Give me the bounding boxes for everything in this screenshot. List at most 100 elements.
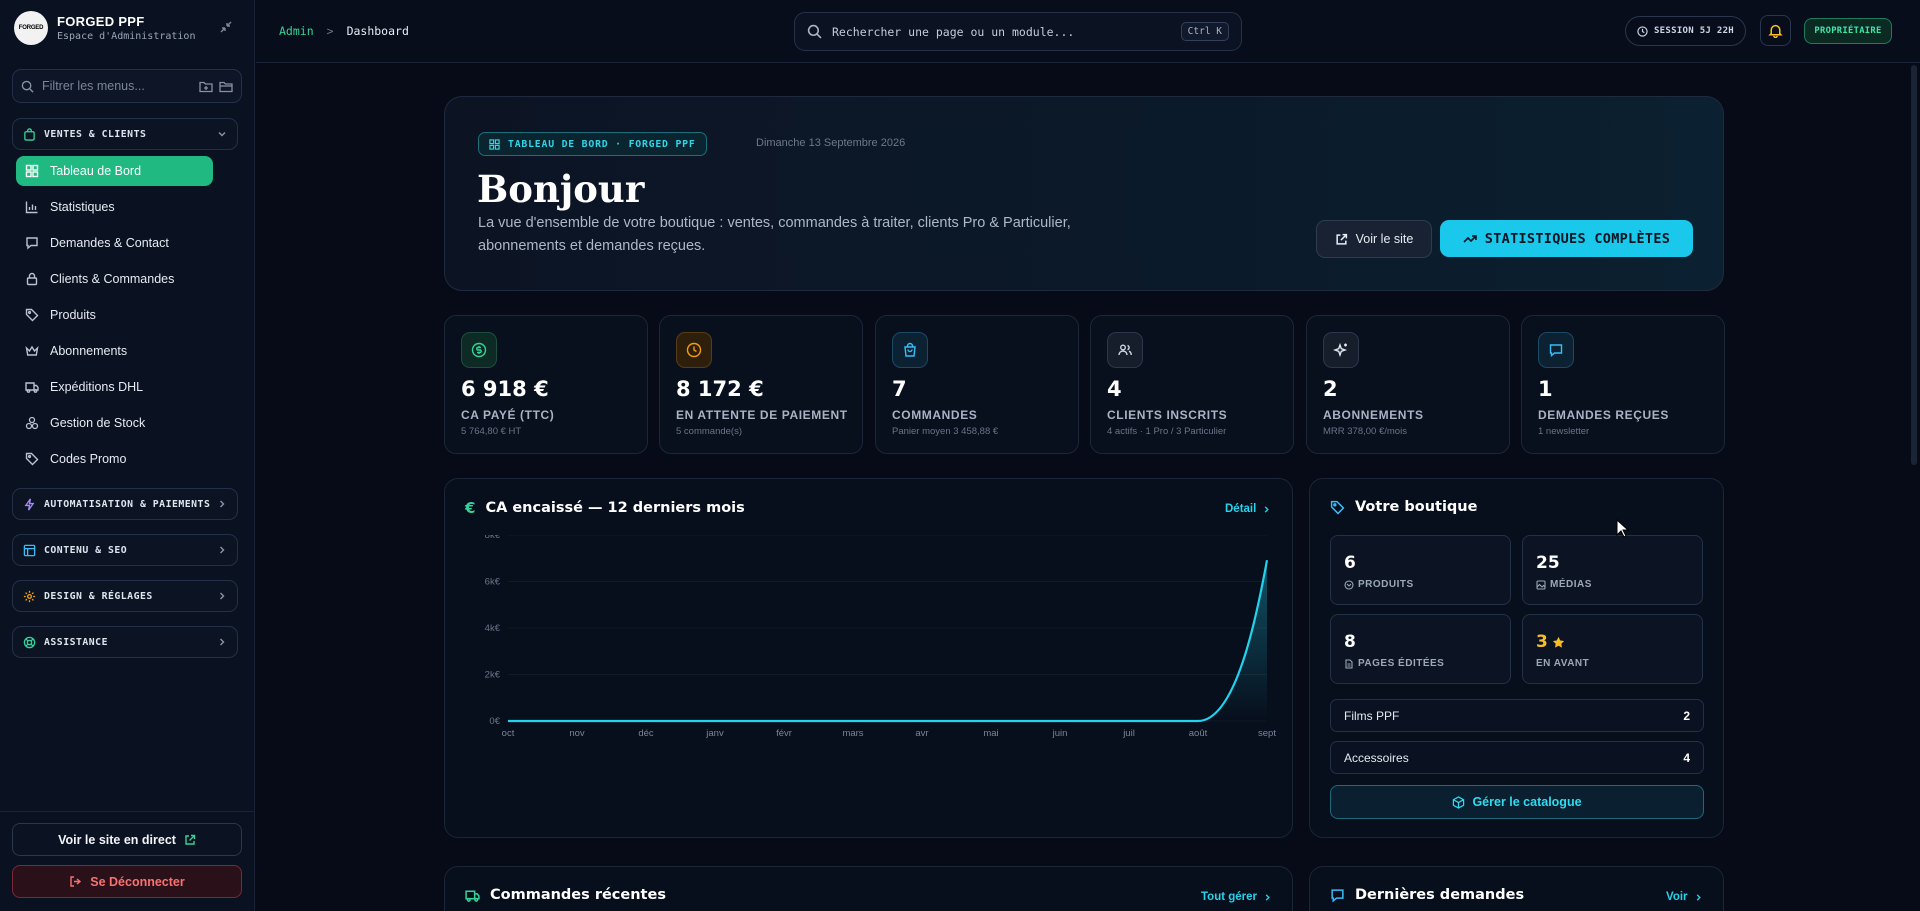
folder-plus-icon[interactable] <box>199 80 213 93</box>
category-name: Accessoires <box>1344 750 1409 765</box>
shop-stat-label-text: PAGES ÉDITÉES <box>1358 658 1445 669</box>
group-label: DESIGN & RÉGLAGES <box>44 590 153 602</box>
kpi-card-pending[interactable]: 8 172 € EN ATTENTE DE PAIEMENT 5 command… <box>659 315 863 454</box>
group-ventes-clients[interactable]: VENTES & CLIENTS <box>12 118 238 150</box>
sidebar-item-gestion-de-stock[interactable]: Gestion de Stock <box>16 408 213 438</box>
kpi-card-subscriptions[interactable]: 2 ABONNEMENTS MRR 378,00 €/mois <box>1306 315 1510 454</box>
category-row[interactable]: Accessoires 4 <box>1330 741 1704 774</box>
sidebar-item-abonnements[interactable]: Abonnements <box>16 336 213 366</box>
star-icon <box>1552 636 1564 648</box>
shop-stat-label: MÉDIAS <box>1536 579 1592 590</box>
revenue-chart-card: € CA encaissé — 12 derniers mois Détail … <box>444 478 1293 838</box>
x-tick-label: mars <box>842 728 863 739</box>
latest-requests-title-text: Dernières demandes <box>1355 887 1525 903</box>
brand[interactable]: FORGED FORGED PPF Espace d'Administratio… <box>14 11 195 45</box>
chevron-right-icon <box>1696 893 1701 901</box>
group-assistance[interactable]: ASSISTANCE <box>12 626 238 658</box>
dollar-icon <box>461 332 497 368</box>
view-site-live-button[interactable]: Voir le site en direct <box>12 823 242 856</box>
logout-label: Se Déconnecter <box>90 874 185 889</box>
search-shortcut-badge: Ctrl K <box>1180 22 1229 41</box>
shop-stat-featured[interactable]: 3 EN AVANT <box>1522 614 1703 684</box>
sidebar-item-produits[interactable]: Produits <box>16 300 213 330</box>
tag-icon <box>25 308 39 322</box>
shop-stat-medias[interactable]: 25 MÉDIAS <box>1522 535 1703 605</box>
sidebar-item-clients-commandes[interactable]: Clients & Commandes <box>16 264 213 294</box>
manage-catalog-button[interactable]: Gérer le catalogue <box>1330 785 1704 819</box>
breadcrumb-dashboard: Dashboard <box>346 24 409 38</box>
shop-card: Votre boutique 6 PRODUITS 25 MÉDIAS 8 PA… <box>1309 478 1724 838</box>
message-icon <box>26 237 38 250</box>
mouse-cursor-icon <box>1616 519 1630 538</box>
manage-all-orders-link[interactable]: Tout gérer <box>1201 891 1272 903</box>
topbar: Admin > Dashboard Rechercher une page ou… <box>256 0 1920 63</box>
revenue-area <box>508 560 1267 721</box>
y-tick-label: 8k€ <box>485 535 501 541</box>
folder-icon[interactable] <box>219 80 233 93</box>
x-tick-label: déc <box>638 728 654 739</box>
sidebar-item-label: Demandes & Contact <box>50 236 169 250</box>
shop-stat-products[interactable]: 6 PRODUITS <box>1330 535 1511 605</box>
chevron-down-icon <box>218 132 226 137</box>
x-tick-label: nov <box>569 728 585 739</box>
lifebuoy-icon <box>23 636 36 648</box>
latest-requests-card: Dernières demandes Voir <box>1309 866 1724 911</box>
brand-logo: FORGED <box>14 11 48 45</box>
sidebar-item-expeditions-dhl[interactable]: Expéditions DHL <box>16 372 213 402</box>
group-contenu-seo[interactable]: CONTENU & SEO <box>12 534 238 566</box>
chevron-right-icon <box>1265 505 1270 513</box>
chat-icon <box>1538 332 1574 368</box>
shop-stat-label-text: PRODUITS <box>1358 579 1414 590</box>
breadcrumb-admin[interactable]: Admin <box>279 24 314 38</box>
kpi-label: CLIENTS INSCRITS <box>1107 408 1228 422</box>
group-automatisation-paiements[interactable]: AUTOMATISATION & PAIEMENTS <box>12 488 238 520</box>
kpi-label: EN ATTENTE DE PAIEMENT <box>676 408 848 422</box>
search-icon <box>807 24 822 39</box>
truck-icon <box>25 382 39 393</box>
sidebar-item-codes-promo[interactable]: Codes Promo <box>16 444 213 474</box>
sidebar-item-tableau-de-bord[interactable]: Tableau de Bord <box>16 156 213 186</box>
view-site-button[interactable]: Voir le site <box>1316 220 1432 258</box>
x-tick-label: août <box>1189 728 1208 739</box>
full-statistics-button[interactable]: STATISTIQUES COMPLÈTES <box>1440 220 1693 257</box>
collapse-sidebar-icon[interactable] <box>218 19 234 35</box>
brand-name: FORGED PPF <box>57 14 145 29</box>
logout-button[interactable]: Se Déconnecter <box>12 865 242 898</box>
hero-description: La vue d'ensemble de votre boutique : ve… <box>478 215 1071 254</box>
kpi-card-clients[interactable]: 4 CLIENTS INSCRITS 4 actifs · 1 Pro / 3 … <box>1090 315 1294 454</box>
sparkle-icon <box>1323 332 1359 368</box>
category-count: 2 <box>1683 708 1690 723</box>
shop-stat-pages[interactable]: 8 PAGES ÉDITÉES <box>1330 614 1511 684</box>
revenue-chart[interactable]: 0€ 2k€ 4k€ 6k€ 8k€ oct nov déc janv févr mars avr ma… <box>445 535 1294 835</box>
menu-filter-input[interactable]: Filtrer les menus... <box>12 69 242 103</box>
page-scrollbar[interactable] <box>1911 65 1917 465</box>
group-design-reglages[interactable]: DESIGN & RÉGLAGES <box>12 580 238 612</box>
y-tick-label: 0€ <box>489 716 500 727</box>
sidebar-item-demandes-contact[interactable]: Demandes & Contact <box>16 228 213 258</box>
category-row[interactable]: Films PPF 2 <box>1330 699 1704 732</box>
group-label: VENTES & CLIENTS <box>44 128 147 140</box>
kpi-card-orders[interactable]: 7 COMMANDES Panier moyen 3 458,88 € <box>875 315 1079 454</box>
kpi-card-revenue[interactable]: 6 918 € CA PAYÉ (TTC) 5 764,80 € HT <box>444 315 648 454</box>
x-tick-label: avr <box>915 728 928 739</box>
shop-card-title-text: Votre boutique <box>1355 499 1478 515</box>
global-search-input[interactable]: Rechercher une page ou un module... Ctrl… <box>794 12 1242 51</box>
kpi-card-requests[interactable]: 1 DEMANDES REÇUES 1 newsletter <box>1521 315 1725 454</box>
chevron-right-icon <box>220 638 225 646</box>
chevron-right-icon <box>220 500 225 508</box>
sidebar-item-label: Statistiques <box>50 200 115 214</box>
sidebar-item-statistiques[interactable]: Statistiques <box>16 192 213 222</box>
notifications-button[interactable] <box>1760 15 1791 46</box>
manage-catalog-label: Gérer le catalogue <box>1472 795 1582 809</box>
view-requests-link[interactable]: Voir <box>1666 891 1703 903</box>
users-icon <box>1107 332 1143 368</box>
kpi-subtext: MRR 378,00 €/mois <box>1323 426 1407 437</box>
shop-stat-value-text: 3 <box>1536 632 1548 652</box>
image-icon <box>1536 579 1546 590</box>
kpi-label: ABONNEMENTS <box>1323 408 1424 422</box>
revenue-detail-link[interactable]: Détail <box>1225 503 1271 515</box>
category-count: 4 <box>1683 750 1690 765</box>
breadcrumb: Admin > Dashboard <box>279 24 409 38</box>
x-tick-label: mai <box>983 728 998 739</box>
recent-orders-title-text: Commandes récentes <box>490 887 666 903</box>
